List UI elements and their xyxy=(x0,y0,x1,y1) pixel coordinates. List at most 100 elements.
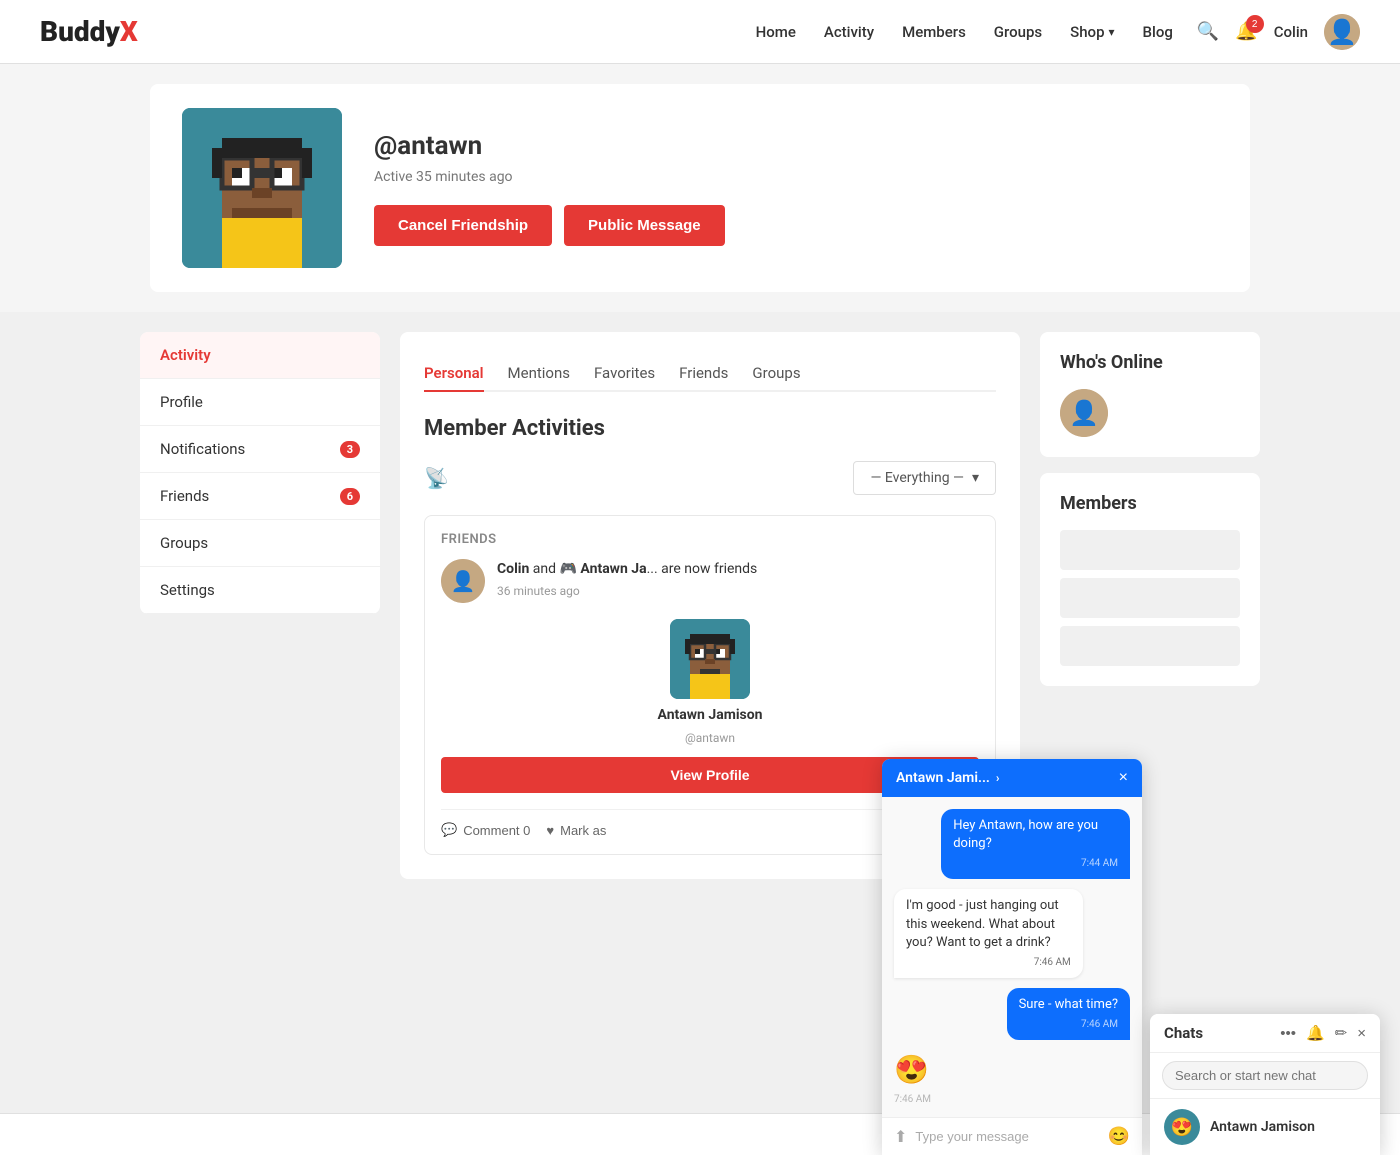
profile-section: @antawn Active 35 minutes ago Cancel Fri… xyxy=(0,64,1400,312)
chats-edit-button[interactable]: ✏ xyxy=(1335,1024,1348,1042)
sidebar-label-profile: Profile xyxy=(160,393,203,411)
activity-tabs: Personal Mentions Favorites Friends Grou… xyxy=(424,356,996,392)
nav-groups[interactable]: Groups xyxy=(994,23,1042,41)
member-row-2 xyxy=(1060,578,1240,618)
msg-4-time: 7:46 AM xyxy=(894,1093,931,1107)
chat-name-text: Antawn Jami... xyxy=(896,770,990,786)
chats-notification-button[interactable]: 🔔 xyxy=(1306,1024,1325,1042)
chats-more-button[interactable]: ••• xyxy=(1280,1025,1296,1042)
chats-panel: Chats ••• 🔔 ✏ × 😍 Antawn Jamison xyxy=(1150,1014,1380,1155)
activity-user1: Colin xyxy=(497,561,529,577)
comment-label: Comment 0 xyxy=(463,823,530,838)
pixel-avatar-svg xyxy=(182,108,342,268)
sidebar-label-settings: Settings xyxy=(160,581,215,599)
tab-favorites[interactable]: Favorites xyxy=(594,356,655,392)
tab-mentions[interactable]: Mentions xyxy=(508,356,570,392)
activity-body: Colin and 🎮 Antawn Ja... are now friends… xyxy=(497,559,979,598)
chats-close-button[interactable]: × xyxy=(1357,1025,1366,1042)
sidebar-item-groups[interactable]: Groups xyxy=(140,520,380,567)
activity-user2: Antawn Ja xyxy=(580,561,646,577)
chats-search-input[interactable] xyxy=(1162,1061,1368,1090)
feed-icon: 📡 xyxy=(424,466,449,490)
member-row-1 xyxy=(1060,530,1240,570)
activity-colin-avatar: 👤 xyxy=(441,559,485,603)
sidebar-item-settings[interactable]: Settings xyxy=(140,567,380,614)
antawn-avatar-lg xyxy=(670,619,750,699)
msg-3-text: Sure - what time? xyxy=(1019,997,1118,1012)
chat-messages: Hey Antawn, how are you doing? 7:44 AM I… xyxy=(882,797,1142,1117)
chat-arrow-icon: › xyxy=(996,771,1000,785)
search-button[interactable]: 🔍 xyxy=(1197,21,1219,42)
chat-msg-1: Hey Antawn, how are you doing? 7:44 AM xyxy=(941,809,1130,879)
chevron-down-icon: ▾ xyxy=(1109,25,1115,39)
chat-list-item[interactable]: 😍 Antawn Jamison xyxy=(1150,1099,1380,1155)
sidebar-label-groups: Groups xyxy=(160,534,208,552)
tab-groups[interactable]: Groups xyxy=(752,356,800,392)
nav-activity[interactable]: Activity xyxy=(824,23,874,41)
tab-personal[interactable]: Personal xyxy=(424,356,484,392)
activity-title: Member Activities xyxy=(424,416,996,441)
nav-members[interactable]: Members xyxy=(902,23,966,41)
profile-status: Active 35 minutes ago xyxy=(374,169,1218,185)
msg-2-text: I'm good - just hanging out this weekend… xyxy=(906,898,1059,949)
msg-3-time: 7:46 AM xyxy=(1019,1018,1118,1032)
chat-msg-2: I'm good - just hanging out this weekend… xyxy=(894,889,1083,978)
sidebar-item-activity[interactable]: Activity xyxy=(140,332,380,379)
user-name: Colin xyxy=(1274,23,1308,41)
notification-badge: 2 xyxy=(1246,15,1264,33)
sidebar-label-activity: Activity xyxy=(160,346,211,364)
chat-contact-name: Antawn Jami... › xyxy=(896,770,1000,786)
main-nav: Home Activity Members Groups Shop ▾ Blog xyxy=(756,23,1173,41)
mark-as-button[interactable]: ♥ Mark as xyxy=(546,823,606,838)
chats-header: Chats ••• 🔔 ✏ × xyxy=(1150,1014,1380,1053)
chat-list-avatar: 😍 xyxy=(1164,1109,1200,1145)
avatar-face: 👤 xyxy=(1324,14,1360,50)
profile-avatar xyxy=(182,108,342,268)
msg-1-text: Hey Antawn, how are you doing? xyxy=(953,818,1098,851)
antawn-emoji: 😍 xyxy=(1171,1117,1193,1138)
profile-username: @antawn xyxy=(374,131,1218,161)
sidebar-item-profile[interactable]: Profile xyxy=(140,379,380,426)
filter-label: — Everything — xyxy=(870,470,963,486)
mark-label: Mark as xyxy=(560,823,606,838)
whos-online-widget: Who's Online 👤 xyxy=(1040,332,1260,457)
logo: BuddyX xyxy=(40,15,138,48)
chat-msg-4: 😍 7:46 AM xyxy=(894,1050,931,1107)
members-list xyxy=(1060,530,1240,666)
profile-card: @antawn Active 35 minutes ago Cancel Fri… xyxy=(150,84,1250,292)
tab-friends[interactable]: Friends xyxy=(679,356,728,392)
public-message-button[interactable]: Public Message xyxy=(564,205,725,246)
nav-home[interactable]: Home xyxy=(756,23,796,41)
notifications-button[interactable]: 🔔 2 xyxy=(1235,21,1257,42)
chat-header[interactable]: Antawn Jami... › × xyxy=(882,759,1142,797)
sidebar-item-friends[interactable]: Friends 6 xyxy=(140,473,380,520)
chat-list-name: Antawn Jamison xyxy=(1210,1119,1315,1135)
chat-overlay: Antawn Jami... › × Hey Antawn, how are y… xyxy=(882,759,1380,1155)
filter-select[interactable]: — Everything — ▾ xyxy=(853,461,996,495)
emoji-icon[interactable]: 😊 xyxy=(1108,1126,1130,1147)
profile-info: @antawn Active 35 minutes ago Cancel Fri… xyxy=(374,131,1218,246)
sidebar-item-notifications[interactable]: Notifications 3 xyxy=(140,426,380,473)
comment-button[interactable]: 💬 Comment 0 xyxy=(441,822,530,838)
sidebar: Activity Profile Notifications 3 Friends… xyxy=(140,332,380,879)
chat-input-row: ⬆ 😊 xyxy=(882,1117,1142,1155)
nav-shop[interactable]: Shop ▾ xyxy=(1070,23,1114,41)
chats-list: 😍 Antawn Jamison xyxy=(1150,1099,1380,1155)
msg-4-emoji: 😍 xyxy=(894,1053,929,1086)
chat-input-field[interactable] xyxy=(915,1129,1099,1144)
members-title: Members xyxy=(1060,493,1240,514)
user-avatar[interactable]: 👤 xyxy=(1324,14,1360,50)
send-up-icon: ⬆ xyxy=(894,1127,907,1146)
activity-text: Colin and 🎮 Antawn Ja... are now friends xyxy=(497,559,979,580)
nav-blog[interactable]: Blog xyxy=(1143,23,1173,41)
logo-x-text: X xyxy=(120,15,138,48)
notifications-badge: 3 xyxy=(340,441,360,458)
mini-user-handle: @antawn xyxy=(685,731,735,745)
colin-avatar-face: 👤 xyxy=(441,559,485,603)
online-member: 👤 xyxy=(1060,389,1240,437)
sidebar-label-friends: Friends xyxy=(160,487,209,505)
cancel-friendship-button[interactable]: Cancel Friendship xyxy=(374,205,552,246)
heart-icon: ♥ xyxy=(546,823,554,838)
chat-close-button[interactable]: × xyxy=(1119,769,1128,787)
chat-window: Antawn Jami... › × Hey Antawn, how are y… xyxy=(882,759,1142,1155)
